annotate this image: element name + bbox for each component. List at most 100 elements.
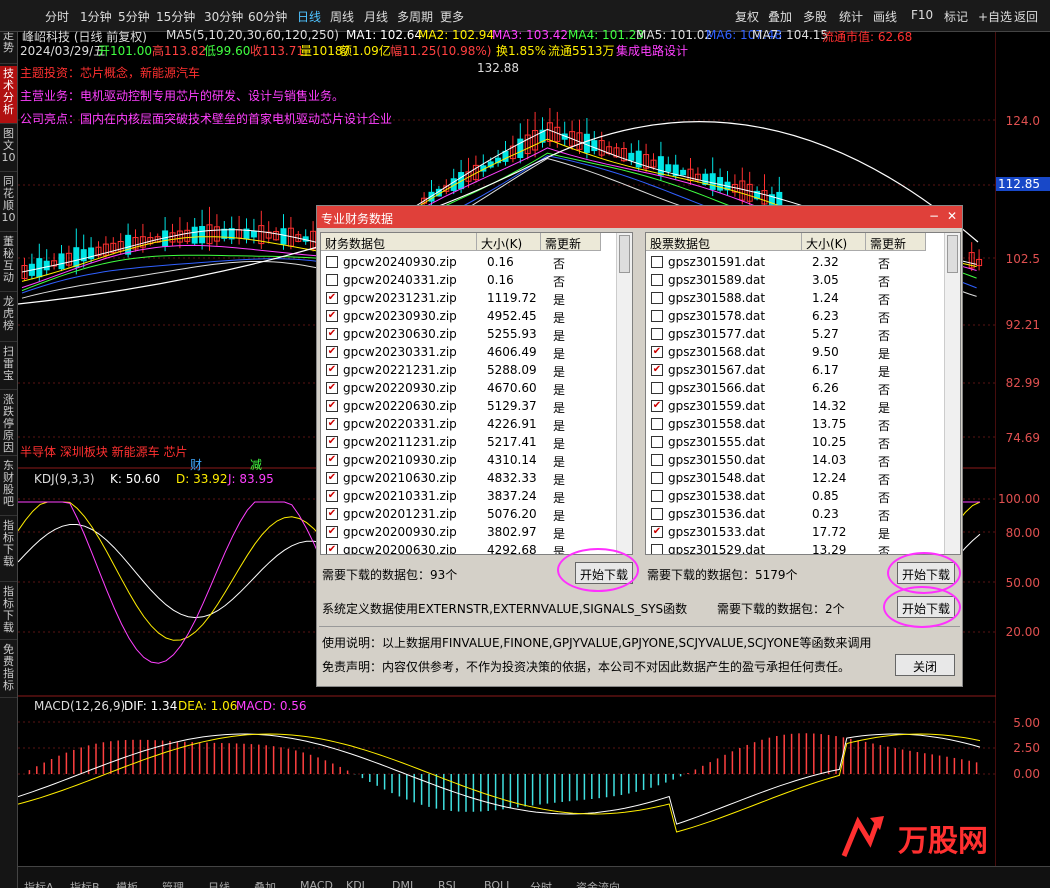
finance-data-dialog[interactable]: 专业财务数据 − ✕ 财务数据包 大小(K) 需更新 gpcw20240930.zip… — [316, 205, 963, 687]
side-tab[interactable]: 图文10 — [0, 126, 17, 172]
bottom-tab[interactable]: 指标A — [24, 879, 54, 888]
toolbar-button[interactable]: 统计 — [839, 8, 863, 25]
table-row[interactable]: gpsz301558.dat 13.75 否 — [646, 415, 960, 433]
scrollbar-thumb[interactable] — [947, 235, 958, 273]
table-row[interactable]: gpsz301566.dat 6.26 否 — [646, 379, 960, 397]
table-row[interactable]: gpsz301588.dat 1.24 否 — [646, 289, 960, 307]
close-button[interactable]: 关闭 — [895, 654, 955, 676]
row-checkbox[interactable] — [651, 454, 663, 466]
toolbar-button[interactable]: 画线 — [873, 8, 897, 25]
table-row[interactable]: ✔ gpcw20230331.zip 4606.49 是 — [321, 343, 632, 361]
table-row[interactable]: ✔ gpcw20230930.zip 4952.45 是 — [321, 307, 632, 325]
table-row[interactable]: ✔ gpcw20231231.zip 1119.72 是 — [321, 289, 632, 307]
row-checkbox[interactable]: ✔ — [326, 490, 338, 502]
period-tab[interactable]: 更多 — [440, 8, 464, 25]
bottom-tab[interactable]: DMI — [392, 879, 413, 888]
period-tab[interactable]: 60分钟 — [248, 8, 287, 25]
toolbar-button[interactable]: +自选 — [978, 8, 1012, 25]
table-row[interactable]: ✔ gpsz301568.dat 9.50 是 — [646, 343, 960, 361]
row-checkbox[interactable]: ✔ — [326, 382, 338, 394]
table-row[interactable]: gpcw20240331.zip 0.16 否 — [321, 271, 632, 289]
table-row[interactable]: gpsz301538.dat 0.85 否 — [646, 487, 960, 505]
table-row[interactable]: ✔ gpcw20210930.zip 4310.14 是 — [321, 451, 632, 469]
bottom-tab[interactable]: RSI — [438, 879, 456, 888]
table-row[interactable]: ✔ gpcw20220331.zip 4226.91 是 — [321, 415, 632, 433]
table-row[interactable]: ✔ gpsz301559.dat 14.32 是 — [646, 397, 960, 415]
row-checkbox[interactable]: ✔ — [326, 328, 338, 340]
table-row[interactable]: ✔ gpsz301533.dat 17.72 是 — [646, 523, 960, 541]
close-icon[interactable]: ✕ — [947, 209, 957, 223]
row-checkbox[interactable] — [651, 490, 663, 502]
side-tab[interactable]: 免费指标 — [0, 642, 17, 698]
table-row[interactable]: ✔ gpcw20201231.zip 5076.20 是 — [321, 505, 632, 523]
column-header[interactable]: 大小(K) — [802, 233, 866, 251]
row-checkbox[interactable]: ✔ — [651, 346, 663, 358]
row-checkbox[interactable] — [651, 418, 663, 430]
event-tag-finance[interactable]: 财 — [190, 456, 202, 473]
table-row[interactable]: gpsz301536.dat 0.23 否 — [646, 505, 960, 523]
table-row[interactable]: gpsz301591.dat 2.32 否 — [646, 253, 960, 271]
row-checkbox[interactable]: ✔ — [326, 544, 338, 554]
table-row[interactable]: ✔ gpcw20230630.zip 5255.93 是 — [321, 325, 632, 343]
toolbar-button[interactable]: 复权 — [735, 8, 759, 25]
row-checkbox[interactable] — [651, 508, 663, 520]
side-tab[interactable]: 指标下载 — [0, 584, 17, 640]
row-checkbox[interactable]: ✔ — [326, 346, 338, 358]
table-row[interactable]: gpsz301548.dat 12.24 否 — [646, 469, 960, 487]
row-checkbox[interactable] — [651, 436, 663, 448]
table-row[interactable]: ✔ gpcw20221231.zip 5288.09 是 — [321, 361, 632, 379]
table-row[interactable]: ✔ gpsz301567.dat 6.17 是 — [646, 361, 960, 379]
table-row[interactable]: ✔ gpcw20211231.zip 5217.41 是 — [321, 433, 632, 451]
dialog-titlebar[interactable]: 专业财务数据 − ✕ — [317, 206, 962, 228]
row-checkbox[interactable] — [326, 256, 338, 268]
row-checkbox[interactable]: ✔ — [326, 472, 338, 484]
column-header[interactable]: 需更新 — [866, 233, 926, 251]
column-header[interactable]: 股票数据包 — [646, 233, 802, 251]
column-header[interactable]: 大小(K) — [477, 233, 541, 251]
vertical-scrollbar[interactable] — [616, 233, 632, 554]
side-tab[interactable]: 技术分析 — [0, 66, 17, 124]
row-checkbox[interactable]: ✔ — [326, 454, 338, 466]
bottom-tab[interactable]: 模板 — [116, 879, 138, 888]
side-tab[interactable]: 东财股吧 — [0, 458, 17, 516]
row-checkbox[interactable]: ✔ — [326, 418, 338, 430]
side-tab[interactable]: 扫雷宝 — [0, 344, 17, 390]
bottom-tab[interactable]: KDJ — [346, 879, 365, 888]
column-header[interactable]: 财务数据包 — [321, 233, 477, 251]
table-row[interactable]: gpsz301550.dat 14.03 否 — [646, 451, 960, 469]
scrollbar-thumb[interactable] — [619, 235, 630, 273]
toolbar-button[interactable]: 标记 — [944, 8, 968, 25]
row-checkbox[interactable]: ✔ — [326, 364, 338, 376]
row-checkbox[interactable] — [651, 544, 663, 554]
row-checkbox[interactable] — [651, 292, 663, 304]
table-row[interactable]: gpsz301578.dat 6.23 否 — [646, 307, 960, 325]
toolbar-button[interactable]: 返回 — [1014, 8, 1038, 25]
bottom-tab[interactable]: 分时 — [530, 879, 552, 888]
column-header[interactable]: 需更新 — [541, 233, 601, 251]
table-row[interactable]: ✔ gpcw20220930.zip 4670.60 是 — [321, 379, 632, 397]
period-tab[interactable]: 5分钟 — [118, 8, 150, 25]
row-checkbox[interactable]: ✔ — [326, 508, 338, 520]
table-row[interactable]: ✔ gpcw20210331.zip 3837.24 是 — [321, 487, 632, 505]
period-tab[interactable]: 多周期 — [397, 8, 433, 25]
row-checkbox[interactable] — [651, 382, 663, 394]
period-tab[interactable]: 分时 — [45, 8, 69, 25]
side-tab[interactable]: 涨跌停原因 — [0, 392, 17, 456]
period-tab[interactable]: 月线 — [364, 8, 388, 25]
period-tab[interactable]: 日线 — [297, 8, 321, 25]
toolbar-button[interactable]: 叠加 — [768, 8, 792, 25]
period-tab[interactable]: 1分钟 — [80, 8, 112, 25]
row-checkbox[interactable]: ✔ — [326, 400, 338, 412]
row-checkbox[interactable] — [651, 472, 663, 484]
table-row[interactable]: gpcw20240930.zip 0.16 否 — [321, 253, 632, 271]
row-checkbox[interactable]: ✔ — [326, 310, 338, 322]
period-tab[interactable]: 周线 — [330, 8, 354, 25]
toolbar-button[interactable]: F10 — [911, 8, 933, 22]
table-row[interactable]: ✔ gpcw20200930.zip 3802.97 是 — [321, 523, 632, 541]
minimize-icon[interactable]: − — [929, 209, 939, 223]
bottom-tab[interactable]: 资金流向 — [576, 879, 620, 888]
bottom-tab[interactable]: 指标B — [70, 879, 100, 888]
row-checkbox[interactable]: ✔ — [651, 364, 663, 376]
toolbar-button[interactable]: 多股 — [803, 8, 827, 25]
row-checkbox[interactable] — [651, 328, 663, 340]
